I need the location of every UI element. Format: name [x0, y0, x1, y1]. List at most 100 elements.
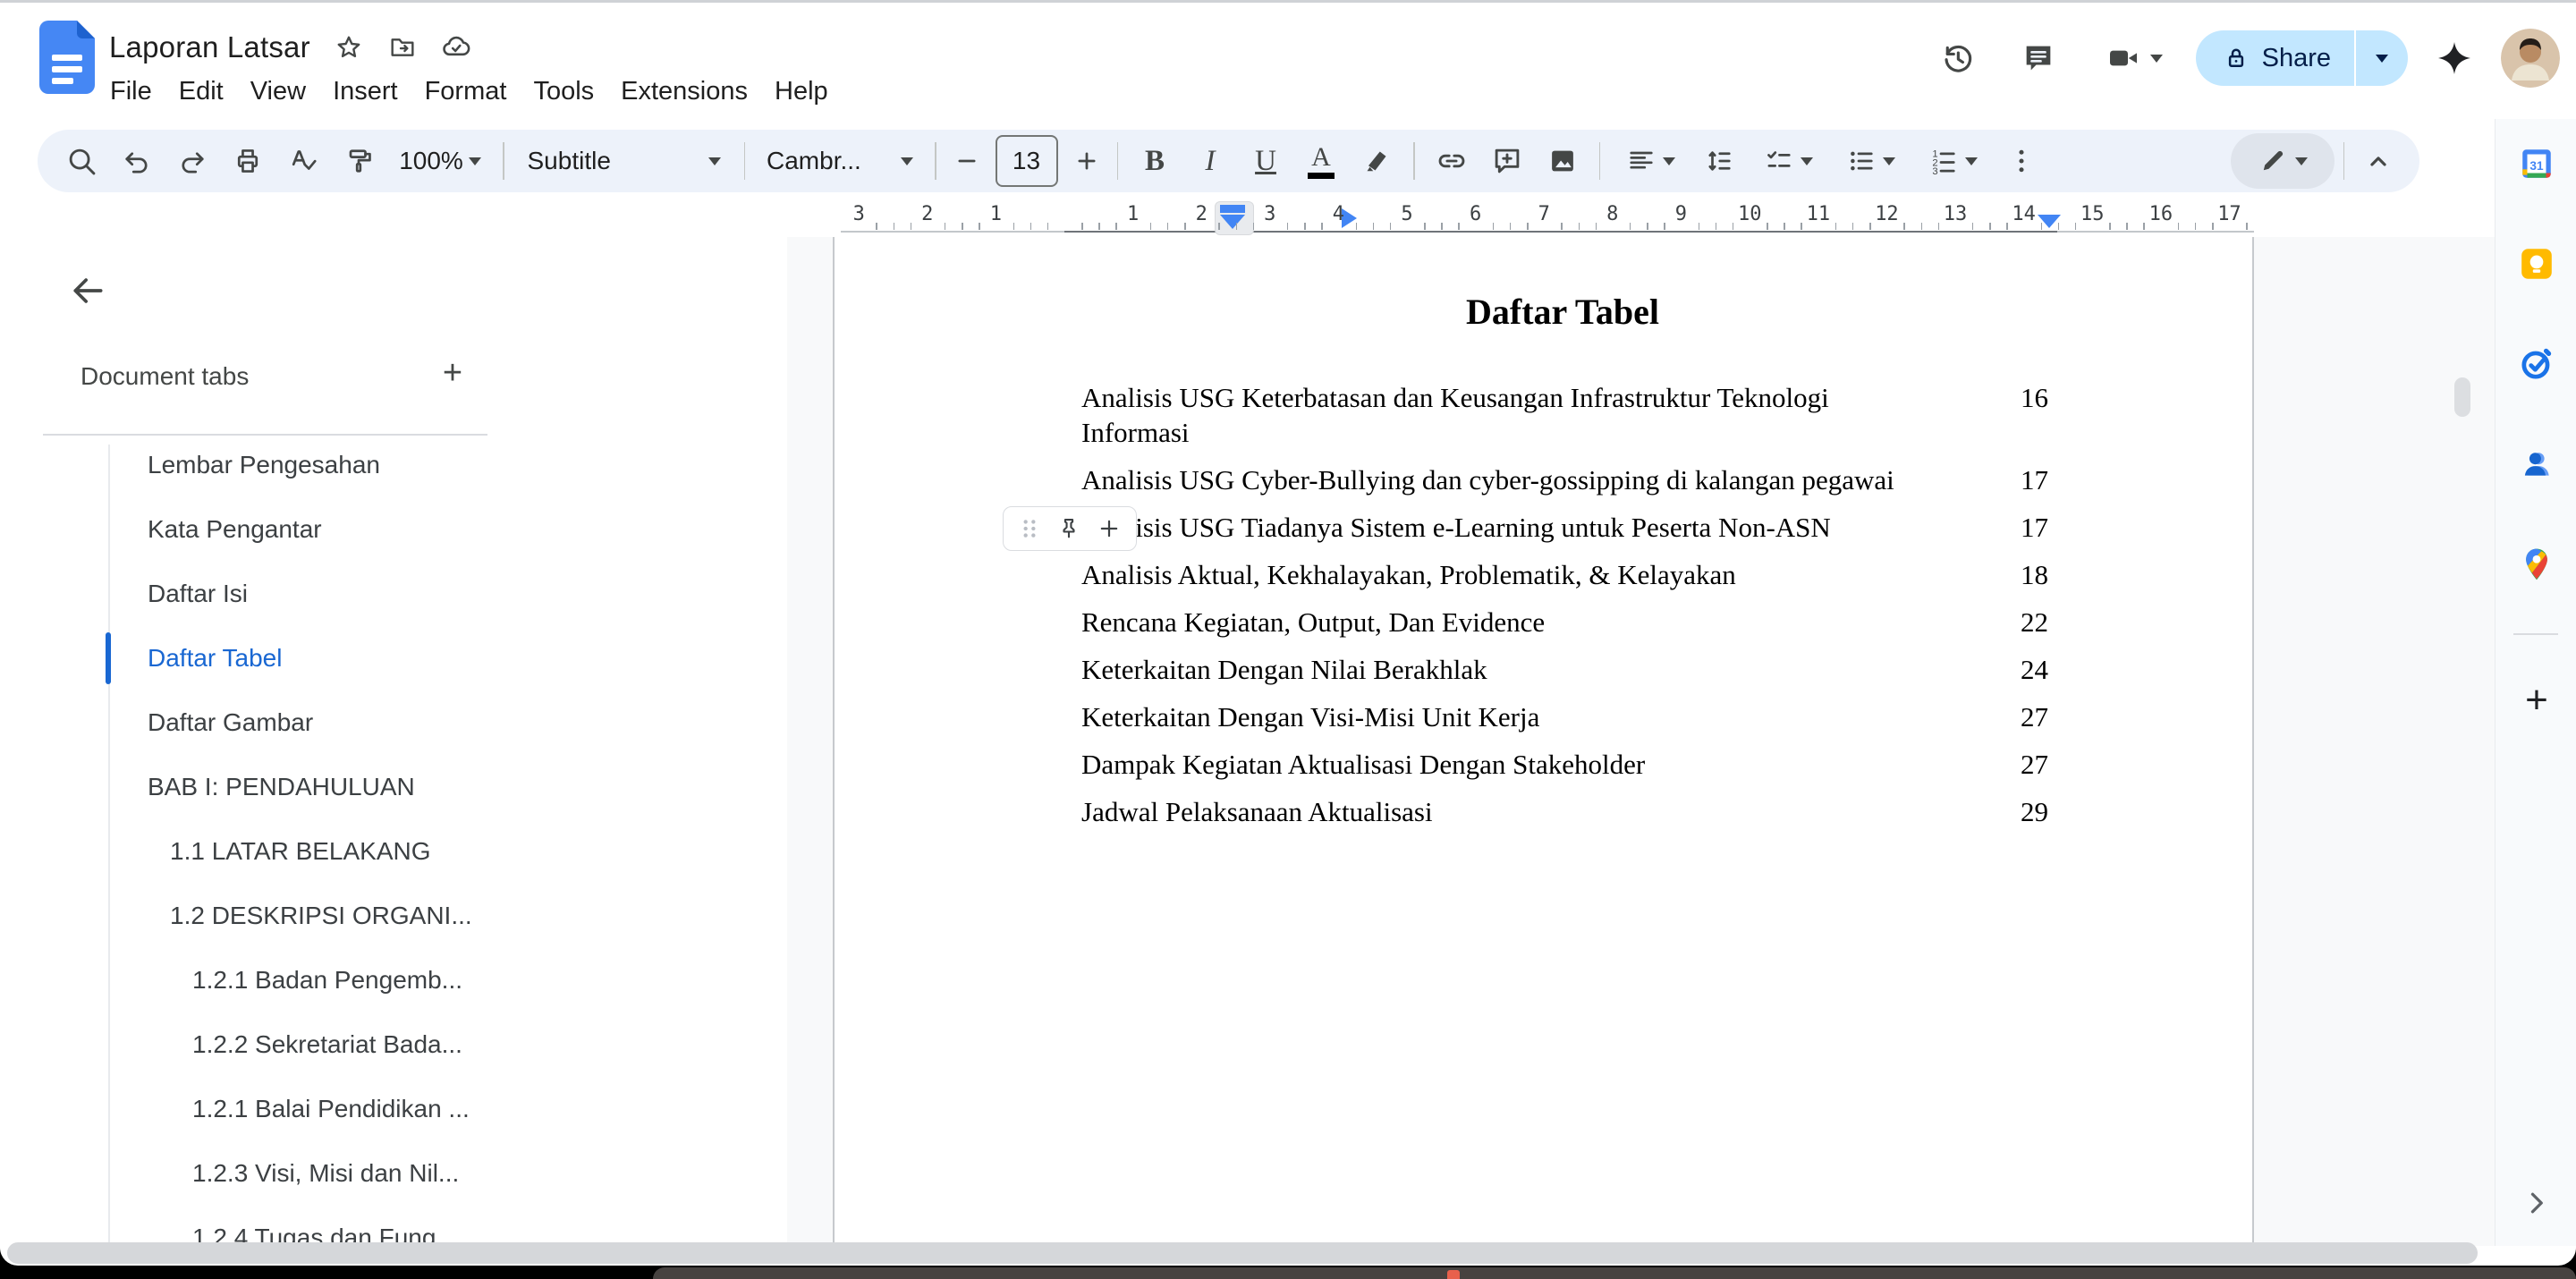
comments-icon[interactable]: [2004, 24, 2072, 92]
toc-entry[interactable]: Analisis USG Tiadanya Sistem e-Learning …: [1081, 510, 2048, 545]
insert-image-icon[interactable]: [1535, 135, 1590, 187]
toc-entry[interactable]: Analisis Aktual, Kekhalayakan, Problemat…: [1081, 557, 2048, 592]
redo-icon[interactable]: [165, 135, 220, 187]
ruler[interactable]: 3211234567891011121314151617: [841, 199, 2254, 235]
contacts-icon[interactable]: [2517, 445, 2556, 484]
line-spacing-icon[interactable]: [1691, 135, 1747, 187]
sidebar-tab-item[interactable]: BAB I: PENDAHULUAN: [0, 755, 787, 819]
sidebar-tab-item[interactable]: Daftar Gambar: [0, 690, 787, 755]
underline-button[interactable]: U: [1238, 135, 1293, 187]
ruler-tick: [1081, 223, 1083, 230]
menu-tools[interactable]: Tools: [520, 72, 607, 111]
more-options-icon[interactable]: [1994, 135, 2049, 187]
spellcheck-icon[interactable]: [275, 135, 331, 187]
bulleted-list-select[interactable]: [1829, 135, 1911, 187]
menu-view[interactable]: View: [237, 72, 319, 111]
share-button[interactable]: Share: [2196, 30, 2408, 86]
document-scrollbar-thumb[interactable]: [2454, 377, 2470, 417]
google-docs-logo[interactable]: [39, 21, 95, 94]
ruler-tick: [2195, 223, 2197, 230]
font-size-input[interactable]: 13: [996, 135, 1058, 187]
collapse-toolbar-icon[interactable]: [2353, 135, 2403, 187]
toc-entry[interactable]: Jadwal Pelaksanaan Aktualisasi 29: [1081, 794, 2048, 829]
sidebar-tab-item[interactable]: 1.2.1 Badan Pengemb...: [0, 948, 787, 1012]
toc-entry[interactable]: Dampak Kegiatan Aktualisasi Dengan Stake…: [1081, 747, 2048, 782]
gemini-icon[interactable]: [2420, 24, 2488, 92]
ruler-tick: [1852, 223, 1854, 230]
first-line-indent-marker[interactable]: [1220, 205, 1245, 213]
sidebar-tab-item[interactable]: 1.2.4 Tugas dan Fung: [0, 1206, 787, 1246]
document-heading[interactable]: Daftar Tabel: [1066, 291, 2059, 333]
toolbar-divider: [503, 142, 504, 180]
editing-mode-select[interactable]: [2231, 133, 2334, 189]
left-indent-marker[interactable]: [1220, 215, 1245, 229]
tasks-icon[interactable]: [2517, 344, 2556, 384]
ruler-tick: [2212, 223, 2214, 230]
toc-entry[interactable]: Keterkaitan Dengan Visi-Misi Unit Kerja …: [1081, 699, 2048, 734]
share-button-main[interactable]: Share: [2196, 30, 2354, 86]
checklist-select[interactable]: [1747, 135, 1829, 187]
horizontal-scrollbar[interactable]: [7, 1242, 2478, 1264]
cloud-saved-icon[interactable]: [441, 32, 471, 63]
add-tab-button[interactable]: +: [428, 348, 478, 398]
sidebar-tab-item[interactable]: 1.2.1 Balai Pendidikan ...: [0, 1077, 787, 1141]
paint-format-icon[interactable]: [331, 135, 386, 187]
ruler-tick: [2006, 223, 2008, 230]
document-title[interactable]: Laporan Latsar: [109, 30, 310, 64]
increase-font-size-button[interactable]: [1065, 135, 1108, 187]
ruler-tick: [1167, 223, 1169, 230]
ruler-number: 7: [1532, 203, 1555, 225]
hide-side-panel-icon[interactable]: [2517, 1183, 2556, 1223]
menu-format[interactable]: Format: [411, 72, 521, 111]
sidebar-tab-item[interactable]: Daftar Tabel: [0, 626, 787, 690]
drag-handle-icon[interactable]: [1018, 517, 1041, 540]
zoom-select[interactable]: 100%: [386, 135, 494, 187]
get-add-ons-icon[interactable]: +: [2517, 681, 2556, 720]
toc-entry[interactable]: Analisis USG Keterbatasan dan Keusangan …: [1081, 380, 2048, 450]
highlight-color-icon[interactable]: [1349, 135, 1404, 187]
font-select[interactable]: Cambr...: [754, 135, 926, 187]
bold-button[interactable]: B: [1127, 135, 1182, 187]
pin-icon[interactable]: [1056, 516, 1081, 541]
toc-entry[interactable]: Keterkaitan Dengan Nilai Berakhlak 24: [1081, 652, 2048, 687]
maps-icon[interactable]: [2517, 545, 2556, 584]
sidebar-tab-item[interactable]: 1.2 DESKRIPSI ORGANI...: [0, 884, 787, 948]
page[interactable]: Daftar Tabel Analisis USG Keterbatasan d…: [833, 237, 2254, 1246]
star-icon[interactable]: [334, 32, 364, 63]
add-paragraph-icon[interactable]: [1097, 516, 1122, 541]
sidebar-tab-label: 1.2.1 Badan Pengemb...: [192, 966, 462, 995]
sidebar-tab-item[interactable]: 1.2.2 Sekretariat Bada...: [0, 1012, 787, 1077]
ruler-tick: [1115, 223, 1117, 230]
toc-entry[interactable]: Analisis USG Cyber-Bullying dan cyber-go…: [1081, 462, 2048, 497]
account-avatar[interactable]: [2501, 29, 2560, 88]
numbered-list-select[interactable]: 123: [1911, 135, 1994, 187]
undo-icon[interactable]: [109, 135, 165, 187]
menu-edit[interactable]: Edit: [165, 72, 237, 111]
italic-button[interactable]: I: [1182, 135, 1238, 187]
insert-link-icon[interactable]: [1424, 135, 1479, 187]
sidebar-tab-item[interactable]: Lembar Pengesahan: [0, 433, 787, 497]
search-menus-icon[interactable]: [54, 135, 109, 187]
print-icon[interactable]: [220, 135, 275, 187]
align-select[interactable]: [1609, 135, 1691, 187]
sidebar-tab-item[interactable]: 1.1 LATAR BELAKANG: [0, 819, 787, 884]
sidebar-tab-item[interactable]: Kata Pengantar: [0, 497, 787, 562]
text-color-button[interactable]: A: [1293, 135, 1349, 187]
sidebar-tab-item[interactable]: Daftar Isi: [0, 562, 787, 626]
menu-help[interactable]: Help: [761, 72, 842, 111]
move-to-folder-icon[interactable]: [387, 32, 418, 63]
paragraph-style-select[interactable]: Subtitle: [513, 135, 735, 187]
menu-insert[interactable]: Insert: [319, 72, 411, 111]
calendar-icon[interactable]: 31: [2517, 144, 2556, 183]
video-call-button[interactable]: [2085, 24, 2183, 92]
keep-icon[interactable]: [2517, 244, 2556, 284]
toc-entry[interactable]: Rencana Kegiatan, Output, Dan Evidence 2…: [1081, 605, 2048, 640]
sidebar-tab-item[interactable]: 1.2.3 Visi, Misi dan Nil...: [0, 1141, 787, 1206]
menu-extensions[interactable]: Extensions: [607, 72, 761, 111]
share-dropdown[interactable]: [2356, 30, 2408, 86]
back-icon[interactable]: [61, 264, 114, 318]
menu-file[interactable]: File: [97, 72, 165, 111]
version-history-icon[interactable]: [1924, 24, 1992, 92]
decrease-font-size-button[interactable]: [945, 135, 988, 187]
add-comment-icon[interactable]: [1479, 135, 1535, 187]
